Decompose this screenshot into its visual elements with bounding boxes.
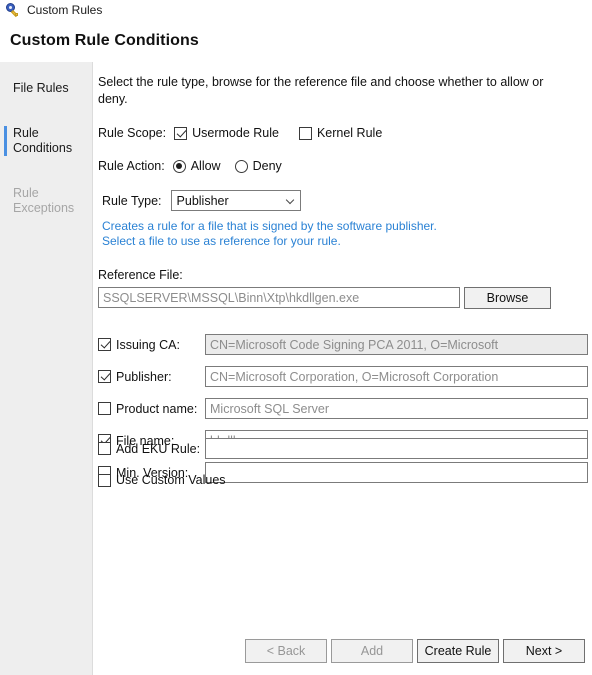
intro-text: Select the rule type, browse for the ref…: [98, 75, 544, 106]
checkbox-label: Add EKU Rule:: [116, 441, 201, 456]
rule-action-label: Rule Action:: [98, 159, 165, 173]
browse-button-label: Browse: [486, 291, 529, 305]
publisher-input[interactable]: CN=Microsoft Corporation, O=Microsoft Co…: [205, 366, 588, 387]
radio-allow[interactable]: Allow: [172, 159, 221, 173]
checkbox-box-icon: [298, 126, 312, 140]
min-version-input[interactable]: [205, 462, 588, 483]
chevron-down-icon: [287, 196, 296, 205]
reference-file-value: SSQLSERVER\MSSQL\Binn\Xtp\hkdllgen.exe: [103, 290, 360, 305]
eku-rule-row: Add EKU Rule:: [98, 438, 588, 459]
checkbox-label: Product name:: [116, 401, 198, 416]
checkbox-use-custom-values[interactable]: Use Custom Values: [98, 473, 226, 487]
sidebar: File Rules Rule Conditions Rule Exceptio…: [0, 62, 93, 675]
checkbox-issuing-ca[interactable]: Issuing CA:: [98, 338, 205, 352]
footer-button-bar: < Back Add Create Rule Next >: [93, 639, 592, 663]
checkbox-box-icon: [98, 338, 111, 351]
sidebar-selection-marker: [4, 126, 7, 156]
conditions-group: Issuing CA: CN=Microsoft Code Signing PC…: [98, 334, 588, 494]
rule-scope-row: Rule Scope: Usermode Rule Kernel Rule: [98, 126, 382, 140]
checkbox-usermode-rule[interactable]: Usermode Rule: [174, 126, 279, 140]
reference-file-label: Reference File:: [98, 268, 183, 282]
sidebar-item-label: File Rules: [13, 81, 69, 95]
rule-type-hint-line-1: Creates a rule for a file that is signed…: [102, 219, 437, 233]
checkbox-kernel-rule[interactable]: Kernel Rule: [298, 126, 383, 140]
condition-row-product-name: Product name: Microsoft SQL Server: [98, 398, 588, 419]
publisher-value: CN=Microsoft Corporation, O=Microsoft Co…: [210, 369, 499, 384]
radio-label: Deny: [252, 159, 282, 173]
add-button[interactable]: Add: [331, 639, 413, 663]
condition-row-issuing-ca: Issuing CA: CN=Microsoft Code Signing PC…: [98, 334, 588, 355]
browse-button[interactable]: Browse: [464, 287, 551, 309]
checkbox-box-icon: [174, 126, 188, 140]
checkbox-label: Issuing CA:: [116, 337, 180, 352]
rule-scope-label: Rule Scope:: [98, 126, 167, 140]
rule-type-label: Rule Type:: [102, 193, 162, 208]
checkbox-box-icon: [98, 473, 111, 487]
reference-file-input[interactable]: SSQLSERVER\MSSQL\Binn\Xtp\hkdllgen.exe: [98, 287, 460, 308]
checkbox-publisher[interactable]: Publisher:: [98, 370, 205, 384]
checkbox-label: Usermode Rule: [192, 126, 279, 140]
checkbox-add-eku-rule[interactable]: Add EKU Rule:: [98, 442, 205, 456]
title-bar: Custom Rules: [0, 0, 592, 20]
product-name-value: Microsoft SQL Server: [210, 401, 330, 416]
create-rule-button[interactable]: Create Rule: [417, 639, 499, 663]
sidebar-item-rule-exceptions: Rule Exceptions: [0, 179, 92, 223]
radio-label: Allow: [190, 159, 221, 173]
page-title: Custom Rule Conditions: [10, 32, 199, 49]
rule-type-hint-line-2: Select a file to use as reference for yo…: [102, 234, 341, 248]
next-button-label: Next >: [525, 644, 563, 658]
checkbox-label: Use Custom Values: [116, 473, 226, 487]
radio-deny[interactable]: Deny: [234, 159, 282, 173]
rule-type-row: Rule Type: Publisher: [102, 190, 301, 211]
key-lock-icon: [5, 2, 21, 18]
back-button[interactable]: < Back: [245, 639, 327, 663]
checkbox-product-name[interactable]: Product name:: [98, 402, 205, 416]
rule-type-hint: Creates a rule for a file that is signed…: [102, 219, 437, 249]
rule-action-row: Rule Action: Allow Deny: [98, 159, 282, 173]
sidebar-item-label: Rule Exceptions: [13, 186, 75, 215]
checkbox-label: Publisher:: [116, 369, 172, 384]
back-button-label: < Back: [266, 644, 306, 658]
sidebar-item-rule-conditions[interactable]: Rule Conditions: [0, 119, 92, 163]
content-panel: Select the rule type, browse for the ref…: [93, 62, 592, 675]
rule-type-selected-value: Publisher: [176, 193, 229, 208]
add-button-label: Add: [360, 644, 384, 658]
sidebar-selection-marker: [4, 186, 7, 216]
sidebar-item-file-rules[interactable]: File Rules: [0, 74, 92, 103]
issuing-ca-input[interactable]: CN=Microsoft Code Signing PCA 2011, O=Mi…: [205, 334, 588, 355]
checkbox-box-icon: [98, 442, 111, 455]
create-rule-button-label: Create Rule: [424, 644, 492, 658]
main-split: File Rules Rule Conditions Rule Exceptio…: [0, 62, 592, 675]
sidebar-selection-marker: [4, 81, 7, 96]
window-title: Custom Rules: [27, 3, 103, 17]
radio-circle-icon: [172, 159, 186, 173]
next-button[interactable]: Next >: [503, 639, 585, 663]
condition-row-publisher: Publisher: CN=Microsoft Corporation, O=M…: [98, 366, 588, 387]
checkbox-label: Kernel Rule: [316, 126, 383, 140]
rule-type-select[interactable]: Publisher: [170, 190, 301, 211]
issuing-ca-value: CN=Microsoft Code Signing PCA 2011, O=Mi…: [210, 337, 499, 352]
eku-rule-input[interactable]: [205, 438, 588, 459]
checkbox-box-icon: [98, 370, 111, 383]
product-name-input[interactable]: Microsoft SQL Server: [205, 398, 588, 419]
checkbox-box-icon: [98, 402, 111, 415]
radio-circle-icon: [234, 159, 248, 173]
sidebar-item-label: Rule Conditions: [13, 126, 73, 155]
use-custom-values-row: Use Custom Values: [98, 473, 226, 487]
